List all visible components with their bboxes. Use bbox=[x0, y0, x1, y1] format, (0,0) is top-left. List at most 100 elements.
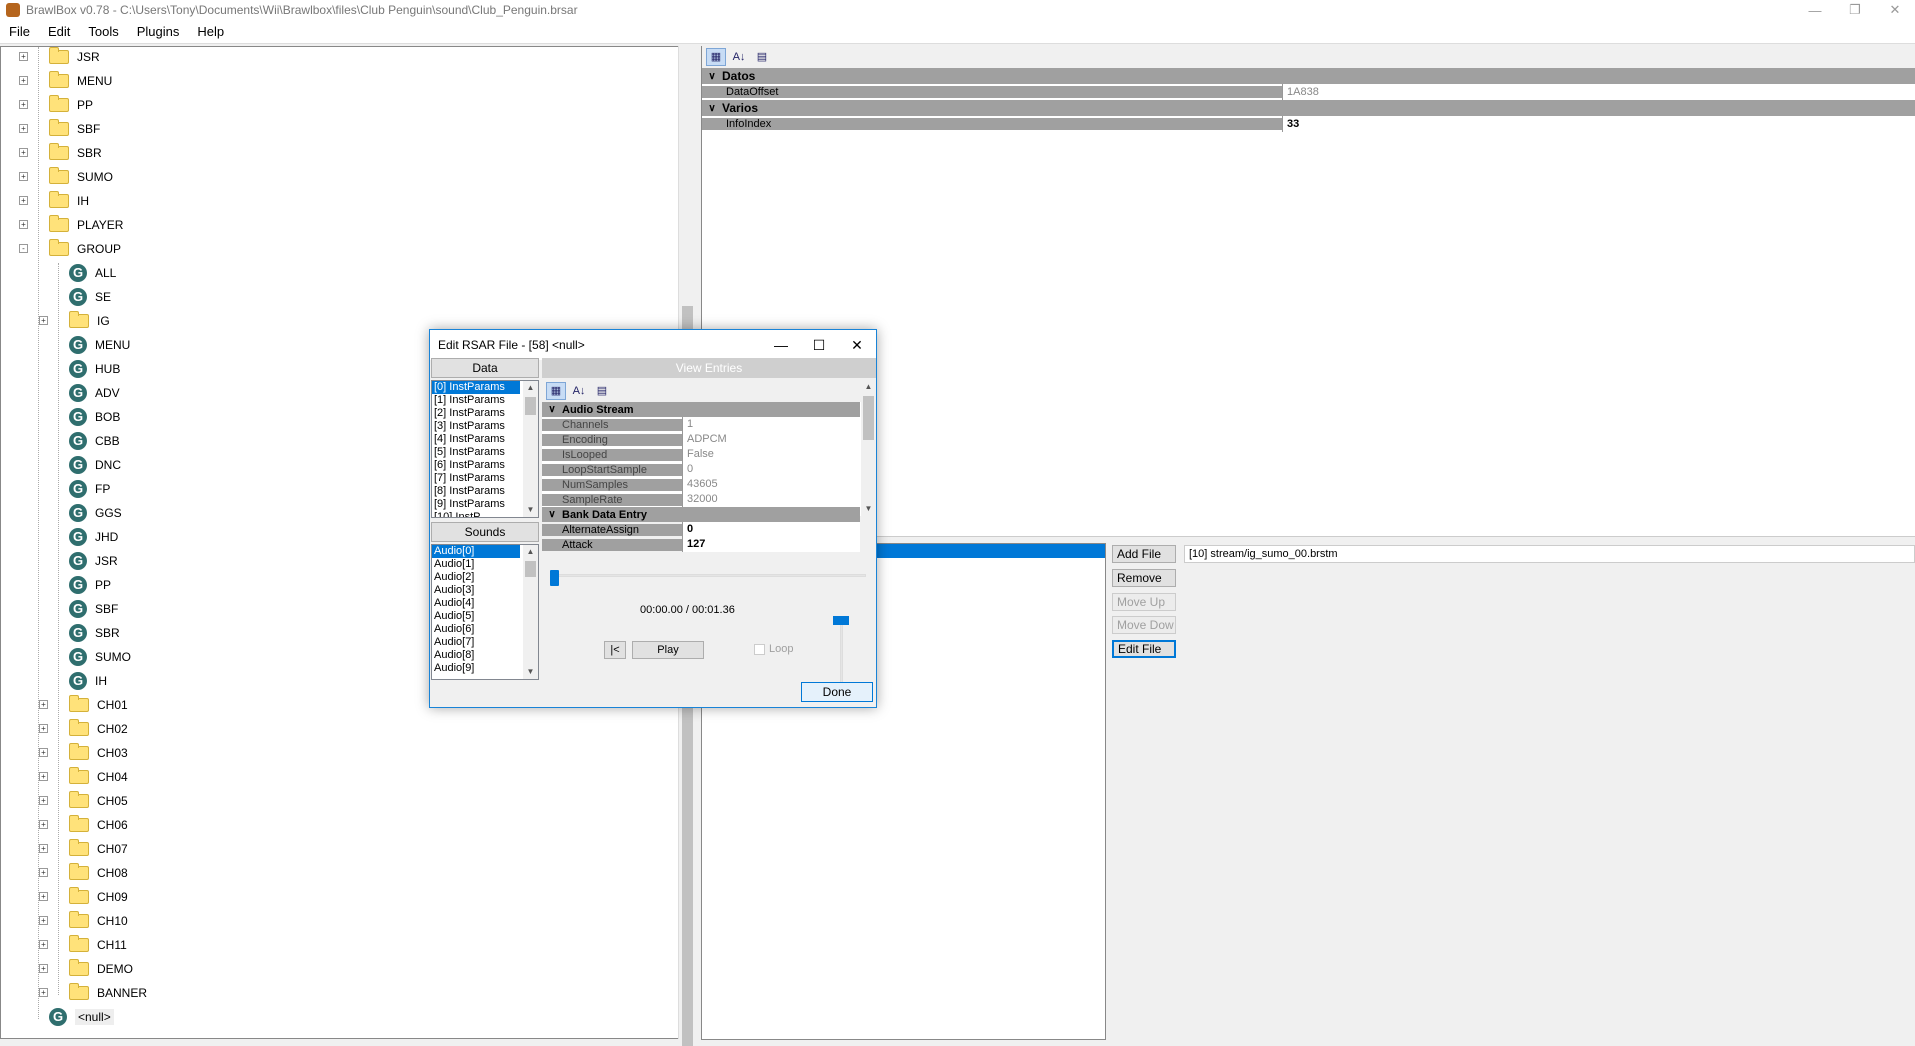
tree-node[interactable]: + CH11 bbox=[39, 935, 127, 955]
collapse-icon[interactable]: ∨ bbox=[542, 404, 562, 415]
tree-node[interactable]: G PP bbox=[69, 575, 111, 595]
property-row[interactable]: IsLooped False bbox=[542, 447, 860, 462]
tree-node[interactable]: G HUB bbox=[69, 359, 120, 379]
sound-list-item[interactable]: Audio[4] bbox=[432, 597, 520, 610]
dialog-propgrid-scrollbar[interactable]: ▲ ▼ bbox=[861, 380, 876, 516]
property-row[interactable]: NumSamples 43605 bbox=[542, 477, 860, 492]
property-row[interactable]: LoopStartSample 0 bbox=[542, 462, 860, 477]
category-datos[interactable]: ∨ Datos bbox=[702, 68, 1915, 84]
expand-icon[interactable]: + bbox=[39, 316, 48, 325]
data-header[interactable]: Data bbox=[431, 358, 539, 378]
tree-node[interactable]: G DNC bbox=[69, 455, 121, 475]
data-list-item[interactable]: [6] InstParams bbox=[432, 459, 520, 472]
property-row[interactable]: DataOffset 1A838 bbox=[702, 84, 1915, 100]
categorized-icon[interactable]: ▦ bbox=[546, 382, 566, 400]
data-list-item[interactable]: [9] InstParams bbox=[432, 498, 520, 511]
sounds-header[interactable]: Sounds bbox=[431, 522, 539, 542]
add-file-button[interactable]: Add File bbox=[1112, 545, 1176, 563]
tree-node[interactable]: + PLAYER bbox=[19, 215, 123, 235]
data-list[interactable]: ▲ ▼ [0] InstParams [1] InstParams [2] Inst… bbox=[431, 380, 539, 518]
rewind-button[interactable]: |< bbox=[604, 641, 626, 659]
checkbox-box[interactable] bbox=[754, 643, 765, 655]
sounds-list-scrollbar[interactable]: ▲ ▼ bbox=[523, 545, 538, 679]
property-value[interactable]: 1 bbox=[682, 417, 860, 432]
scroll-thumb[interactable] bbox=[525, 561, 536, 577]
tree-node[interactable]: G ALL bbox=[69, 263, 116, 283]
collapse-icon[interactable]: - bbox=[19, 244, 28, 253]
expand-icon[interactable]: + bbox=[39, 868, 48, 877]
expand-icon[interactable]: + bbox=[39, 940, 48, 949]
loop-checkbox[interactable]: Loop bbox=[754, 643, 793, 655]
property-row[interactable]: AlternateAssign 0 bbox=[542, 522, 860, 537]
menu-file[interactable]: File bbox=[0, 24, 39, 39]
tree-node[interactable]: + CH01 bbox=[39, 695, 128, 715]
data-list-item[interactable]: [2] InstParams bbox=[432, 407, 520, 420]
tree-node[interactable]: + SBF bbox=[19, 119, 100, 139]
property-value[interactable]: 0 bbox=[682, 462, 860, 477]
tree-node[interactable]: + JSR bbox=[19, 47, 100, 67]
tree-node[interactable]: + SUMO bbox=[19, 167, 113, 187]
tree-node[interactable]: G SBR bbox=[69, 623, 120, 643]
expand-icon[interactable]: + bbox=[39, 892, 48, 901]
move-down-button[interactable]: Move Dow bbox=[1112, 616, 1176, 634]
collapse-icon[interactable]: ∨ bbox=[542, 509, 562, 520]
sounds-list[interactable]: ▲ ▼ Audio[0] Audio[1] Audio[2] Audio[3] Audi… bbox=[431, 544, 539, 680]
expand-icon[interactable]: + bbox=[39, 700, 48, 709]
tree-node[interactable]: G SUMO bbox=[69, 647, 131, 667]
tree-node[interactable]: + BANNER bbox=[39, 983, 147, 1003]
seek-thumb[interactable] bbox=[550, 570, 559, 586]
edit-file-button[interactable]: Edit File bbox=[1112, 640, 1176, 658]
tree-node[interactable]: + CH10 bbox=[39, 911, 128, 931]
property-row[interactable]: Encoding ADPCM bbox=[542, 432, 860, 447]
property-row[interactable]: Channels 1 bbox=[542, 417, 860, 432]
property-value[interactable]: 33 bbox=[1282, 116, 1915, 132]
tree-node[interactable]: + SBR bbox=[19, 143, 102, 163]
data-list-item[interactable]: [1] InstParams bbox=[432, 394, 520, 407]
sound-list-item[interactable]: Audio[9] bbox=[432, 662, 520, 675]
collapse-icon[interactable]: ∨ bbox=[702, 103, 722, 114]
tree-node[interactable]: G JHD bbox=[69, 527, 118, 547]
expand-icon[interactable]: + bbox=[19, 124, 28, 133]
data-list-item[interactable]: [7] InstParams bbox=[432, 472, 520, 485]
tree-node[interactable]: G BOB bbox=[69, 407, 120, 427]
scroll-up-icon[interactable]: ▲ bbox=[523, 545, 538, 559]
scroll-down-icon[interactable]: ▼ bbox=[861, 502, 876, 516]
play-button[interactable]: Play bbox=[632, 641, 704, 659]
tree-node[interactable]: + CH05 bbox=[39, 791, 128, 811]
expand-icon[interactable]: + bbox=[19, 52, 28, 61]
expand-icon[interactable]: + bbox=[19, 196, 28, 205]
tree-node[interactable]: + CH02 bbox=[39, 719, 128, 739]
property-value[interactable]: 1A838 bbox=[1282, 84, 1915, 100]
expand-icon[interactable]: + bbox=[39, 748, 48, 757]
tree-node[interactable]: G FP bbox=[69, 479, 110, 499]
property-value[interactable]: 43605 bbox=[682, 477, 860, 492]
menu-plugins[interactable]: Plugins bbox=[128, 24, 189, 39]
scroll-up-icon[interactable]: ▲ bbox=[861, 380, 876, 394]
property-row[interactable]: Attack 127 bbox=[542, 537, 860, 552]
menu-help[interactable]: Help bbox=[188, 24, 233, 39]
file-path-field[interactable]: [10] stream/ig_sumo_00.brstm bbox=[1184, 545, 1915, 563]
expand-icon[interactable]: + bbox=[39, 820, 48, 829]
tree-node[interactable]: G <null> bbox=[49, 1007, 114, 1027]
tree-node[interactable]: + PP bbox=[19, 95, 93, 115]
tree-node[interactable]: G ADV bbox=[69, 383, 120, 403]
tree-node[interactable]: G JSR bbox=[69, 551, 118, 571]
tree-node[interactable]: + DEMO bbox=[39, 959, 133, 979]
categorized-icon[interactable]: ▦ bbox=[706, 48, 726, 66]
expand-icon[interactable]: + bbox=[19, 76, 28, 85]
property-value[interactable]: 32000 bbox=[682, 492, 860, 507]
scroll-thumb[interactable] bbox=[525, 397, 536, 415]
expand-icon[interactable]: + bbox=[39, 724, 48, 733]
restore-button[interactable]: ❐ bbox=[1835, 2, 1875, 18]
data-list-item[interactable]: [0] InstParams bbox=[432, 381, 520, 394]
minimize-icon[interactable]: — bbox=[762, 337, 800, 353]
expand-icon[interactable]: + bbox=[39, 796, 48, 805]
menu-tools[interactable]: Tools bbox=[79, 24, 127, 39]
category-audio-stream[interactable]: ∨ Audio Stream bbox=[542, 402, 860, 417]
tree-node[interactable]: + MENU bbox=[19, 71, 112, 91]
property-value[interactable]: ADPCM bbox=[682, 432, 860, 447]
property-pages-icon[interactable]: ▤ bbox=[752, 48, 772, 66]
tree-node[interactable]: G MENU bbox=[69, 335, 130, 355]
property-value[interactable]: False bbox=[682, 447, 860, 462]
tree-node[interactable]: G IH bbox=[69, 671, 107, 691]
